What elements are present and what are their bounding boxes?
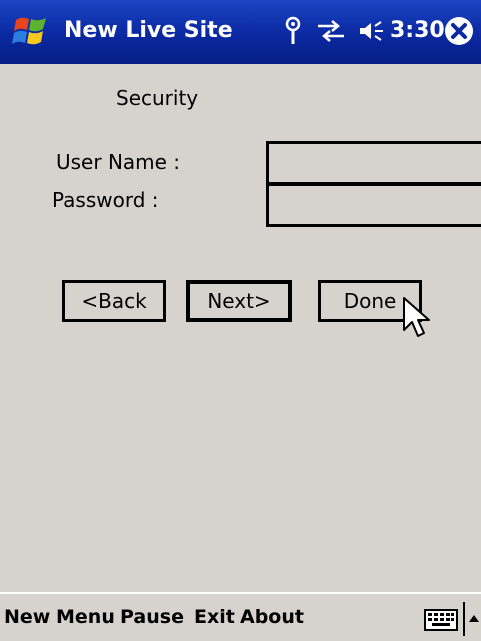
- clock[interactable]: 3:30: [390, 18, 445, 43]
- menu-pause[interactable]: Pause: [120, 606, 184, 628]
- menu-about[interactable]: About: [240, 606, 304, 628]
- menu-bar: New Menu Pause Exit About: [0, 592, 481, 641]
- keyboard-icon[interactable]: [424, 608, 458, 632]
- title-bar: New Live Site 3:30: [0, 0, 481, 64]
- sync-arrows-icon[interactable]: [316, 19, 346, 43]
- security-heading: Security: [116, 86, 199, 110]
- volume-icon[interactable]: [358, 19, 384, 43]
- windows-flag-icon[interactable]: [10, 10, 54, 54]
- username-field[interactable]: [266, 141, 481, 185]
- next-button[interactable]: Next>: [186, 280, 292, 322]
- device-screen: New Live Site 3:30 Security User Name : …: [0, 0, 481, 641]
- back-button[interactable]: <Back: [62, 280, 166, 322]
- mouse-pointer-icon: [403, 297, 430, 337]
- username-label: User Name :: [56, 150, 181, 174]
- menu-menu[interactable]: Menu: [56, 606, 115, 628]
- app-title: New Live Site: [64, 18, 233, 43]
- sip-up-arrow-icon[interactable]: [462, 602, 480, 636]
- menu-new[interactable]: New: [4, 606, 50, 628]
- antenna-icon[interactable]: [282, 15, 304, 45]
- menu-exit[interactable]: Exit: [194, 606, 235, 628]
- close-icon[interactable]: [444, 16, 474, 46]
- password-label: Password :: [52, 188, 159, 212]
- password-field[interactable]: [266, 183, 481, 227]
